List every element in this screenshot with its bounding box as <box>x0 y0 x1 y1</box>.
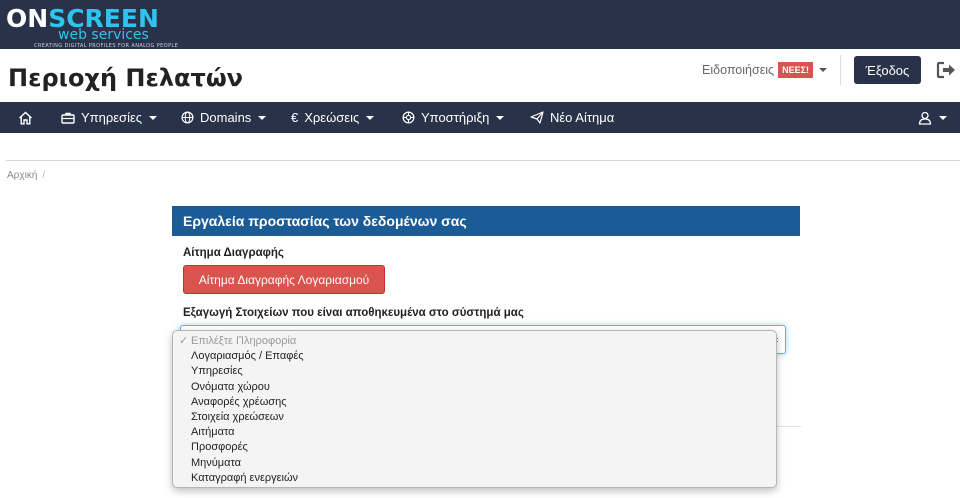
nav-domains[interactable]: Domains <box>181 102 267 133</box>
nav-billing[interactable]: € Χρεώσεις <box>291 102 375 133</box>
panel-bottom-border <box>775 426 801 427</box>
page-header: Περιοχή Πελατών Ειδοποιήσεις ΝΕΕΣ! Έξοδο… <box>0 49 960 102</box>
chevron-down-icon <box>818 68 827 72</box>
nav-support[interactable]: Υποστήριξη <box>402 102 505 133</box>
briefcase-icon <box>61 112 75 124</box>
checkmark-icon: ✓ <box>179 335 189 347</box>
dropdown-option[interactable]: Προσφορές <box>173 440 776 455</box>
lifebuoy-icon <box>402 111 415 124</box>
notifications-new-badge: ΝΕΕΣ! <box>778 62 813 78</box>
breadcrumb-separator: / <box>42 170 46 181</box>
dropdown-option-placeholder: ✓ Επιλέξτε Πληροφορία <box>173 334 776 349</box>
brand-logo[interactable]: ONSCREEN web services CREATING DIGITAL P… <box>6 4 191 49</box>
chevron-down-icon <box>366 115 375 120</box>
nav-support-label: Υποστήριξη <box>421 110 490 125</box>
dropdown-option[interactable]: Μηνύματα <box>173 456 776 471</box>
nav-services-label: Υπηρεσίες <box>81 110 143 125</box>
delete-request-label: Αίτημα Διαγραφής <box>183 247 284 259</box>
header-divider <box>840 55 841 85</box>
delete-account-button[interactable]: Αίτημα Διαγραφής Λογαριασμού <box>183 265 385 294</box>
breadcrumb: Αρχική / <box>7 170 45 181</box>
dropdown-option[interactable]: Αιτήματα <box>173 425 776 440</box>
chevron-down-icon <box>258 115 267 120</box>
home-icon <box>19 111 32 124</box>
dropdown-option[interactable]: Λογαριασμός / Επαφές <box>173 349 776 364</box>
notifications-label: Ειδοποιήσεις <box>702 63 775 77</box>
chevron-down-icon <box>149 115 158 120</box>
breadcrumb-home-link[interactable]: Αρχική <box>7 170 37 181</box>
main-navbar: Υπηρεσίες Domains € Χρεώσεις Υποστήριξη <box>0 102 960 133</box>
panel-title: Εργαλεία προστασίας των δεδομένων σας <box>172 206 800 236</box>
logout-button[interactable]: Έξοδος <box>854 56 921 84</box>
globe-icon <box>181 111 194 124</box>
dropdown-option[interactable]: Αναφορές χρέωσης <box>173 395 776 410</box>
paper-plane-icon <box>530 111 544 124</box>
nav-new-ticket-label: Νέο Αίτημα <box>550 110 615 125</box>
export-data-dropdown: ✓ Επιλέξτε Πληροφορία Λογαριασμός / Επαφέ… <box>172 330 777 488</box>
sign-out-icon[interactable] <box>936 61 956 79</box>
user-menu[interactable] <box>918 102 947 133</box>
dropdown-option[interactable]: Υπηρεσίες <box>173 364 776 379</box>
dropdown-option[interactable]: Ονόματα χώρου <box>173 380 776 395</box>
nav-services[interactable]: Υπηρεσίες <box>61 102 158 133</box>
dropdown-option[interactable]: Στοιχεία χρεώσεων <box>173 410 776 425</box>
nav-home[interactable] <box>18 102 39 133</box>
user-icon <box>918 111 932 125</box>
notifications-toggle[interactable]: Ειδοποιήσεις ΝΕΕΣ! <box>702 62 827 78</box>
export-data-label: Εξαγωγή Στοιχείων που είναι αποθηκευμένα… <box>183 307 524 319</box>
top-brand-bar: ONSCREEN web services CREATING DIGITAL P… <box>0 0 960 49</box>
dropdown-option[interactable]: Καταγραφή ενεργειών <box>173 471 776 486</box>
chevron-down-icon <box>939 115 947 120</box>
page-title: Περιοχή Πελατών <box>8 64 244 92</box>
nav-new-ticket[interactable]: Νέο Αίτημα <box>530 102 614 133</box>
nav-domains-label: Domains <box>200 110 252 125</box>
euro-icon: € <box>291 110 299 125</box>
nav-billing-label: Χρεώσεις <box>304 110 360 125</box>
logo-subtitle: web services <box>58 27 149 43</box>
content-divider <box>6 160 960 161</box>
chevron-down-icon <box>496 115 505 120</box>
